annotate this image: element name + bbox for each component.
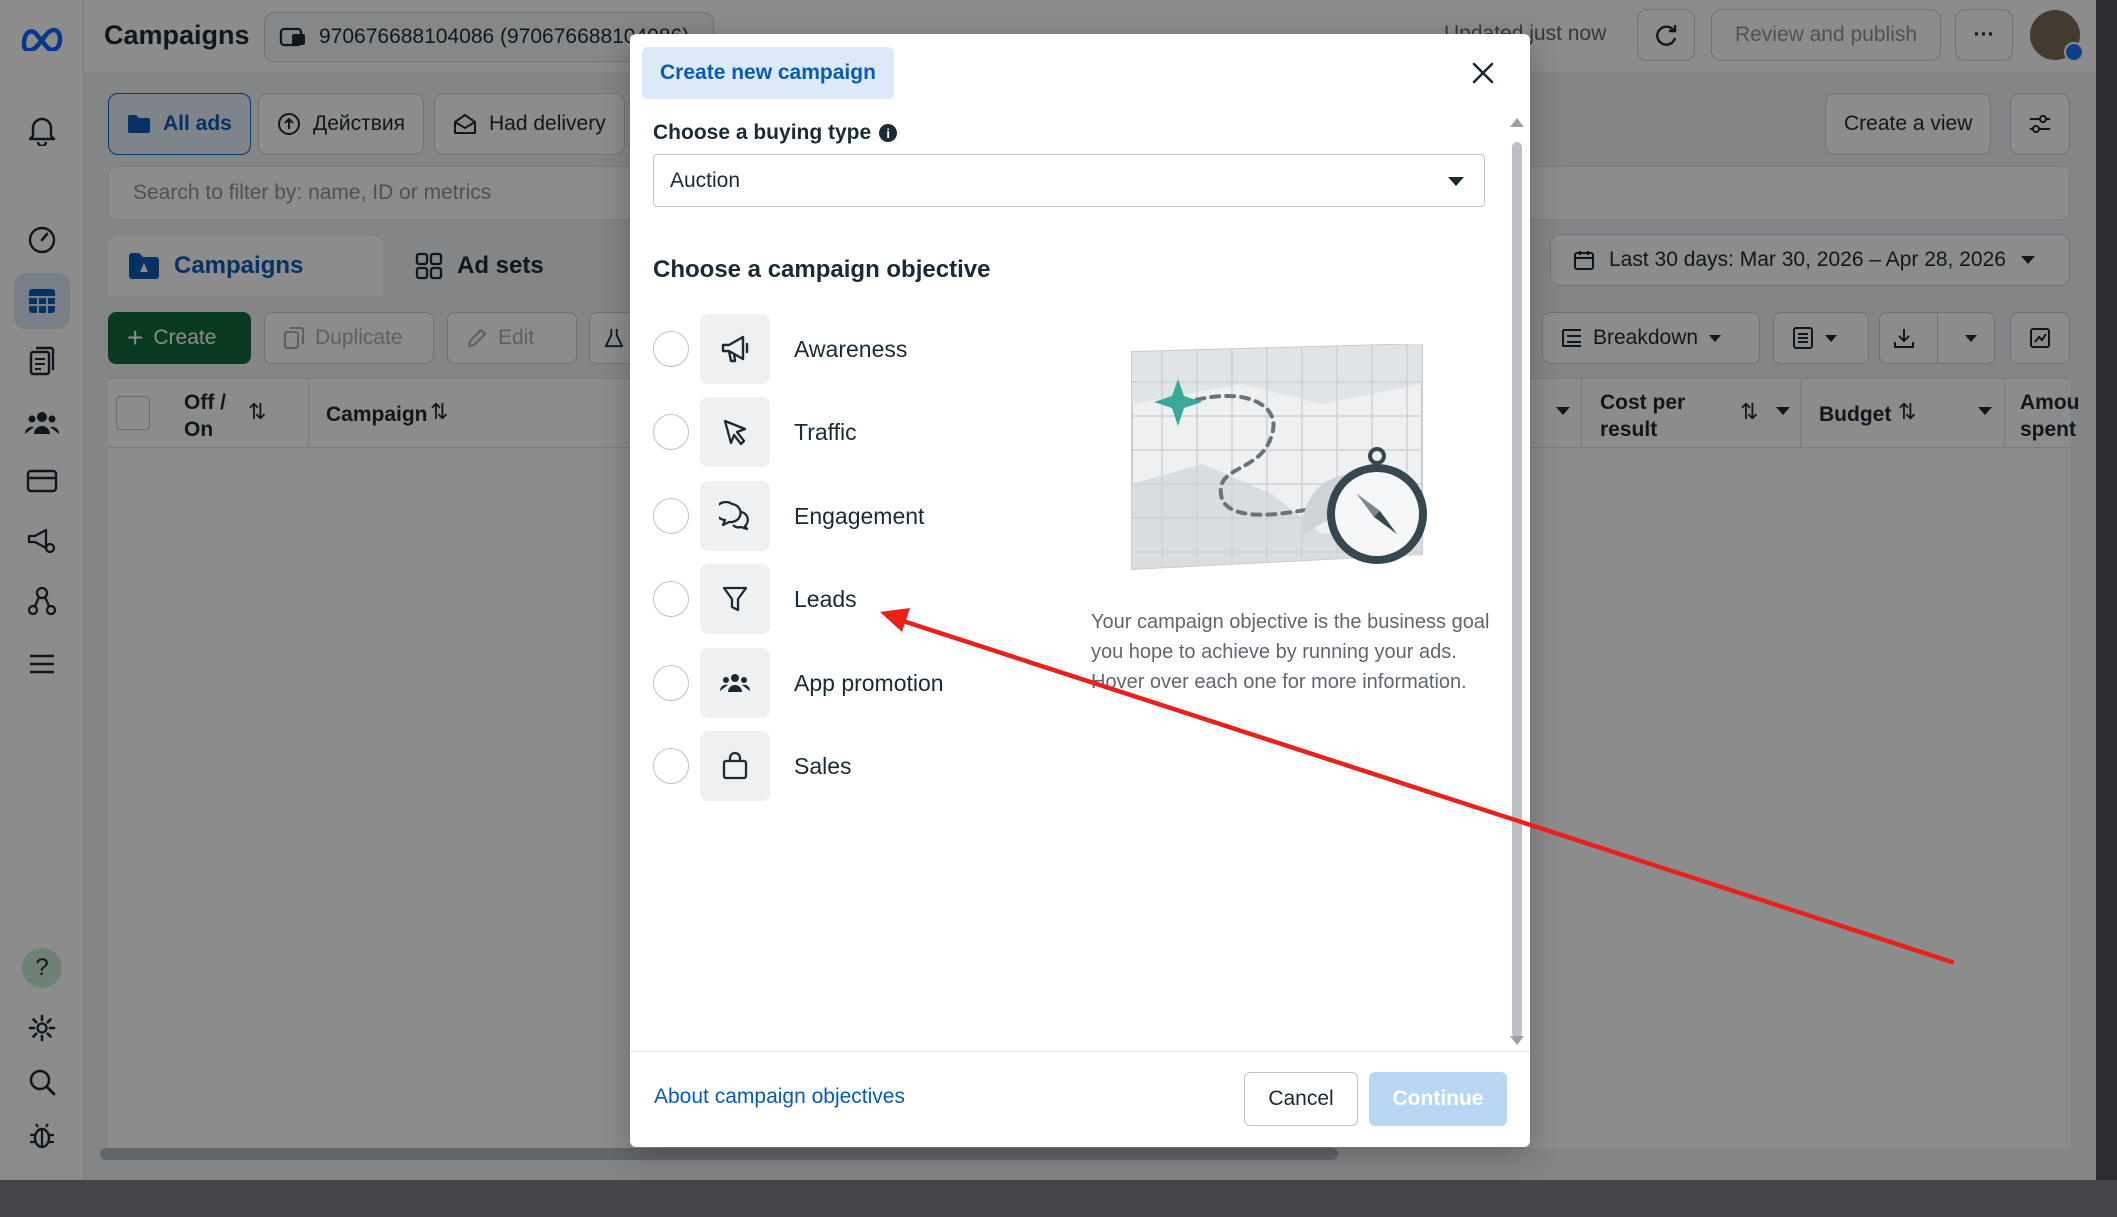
objective-awareness[interactable]: Awareness [653, 314, 983, 384]
cursor-icon [700, 397, 770, 467]
shopping-bag-icon [700, 731, 770, 801]
buying-type-text: Choose a buying type [653, 121, 872, 144]
close-button[interactable] [1466, 56, 1500, 90]
objective-radio[interactable] [653, 331, 689, 367]
funnel-icon [700, 564, 770, 634]
objective-leads[interactable]: Leads [653, 564, 983, 634]
objective-label: Awareness [794, 335, 908, 362]
scroll-up-arrow-icon[interactable] [1510, 118, 1524, 127]
buying-type-select[interactable]: Auction [653, 154, 1485, 207]
dialog-footer: About campaign objectives Cancel Continu… [630, 1051, 1530, 1147]
dropdown-caret-icon [1448, 177, 1464, 186]
continue-button[interactable]: Continue [1369, 1072, 1507, 1126]
close-icon [1472, 62, 1494, 84]
chat-bubbles-icon [700, 481, 770, 551]
buying-type-value: Auction [670, 168, 741, 192]
scroll-down-arrow-icon[interactable] [1510, 1036, 1524, 1045]
objective-label: Leads [794, 585, 857, 612]
megaphone-icon [700, 314, 770, 384]
bottom-strip [0, 1180, 2117, 1217]
create-campaign-dialog: Create new campaign Choose a buying type… [630, 34, 1530, 1147]
objective-label: App promotion [794, 669, 944, 696]
objective-heading: Choose a campaign objective [653, 256, 991, 283]
objective-label: Engagement [794, 502, 925, 529]
objective-engagement[interactable]: Engagement [653, 481, 983, 551]
objective-label: Traffic [794, 418, 857, 445]
dialog-scroll-thumb[interactable] [1512, 142, 1522, 1038]
dialog-title: Create new campaign [642, 47, 894, 99]
objective-radio[interactable] [653, 414, 689, 450]
right-edge-strip [2096, 0, 2117, 1180]
objective-traffic[interactable]: Traffic [653, 397, 983, 467]
objective-app-promotion[interactable]: App promotion [653, 648, 983, 718]
objective-label: Sales [794, 752, 852, 779]
people-group-icon [700, 648, 770, 718]
cancel-button[interactable]: Cancel [1244, 1072, 1358, 1126]
objective-radio[interactable] [653, 581, 689, 617]
map-compass-illustration [1122, 344, 1452, 594]
about-objectives-link[interactable]: About campaign objectives [654, 1085, 905, 1109]
objective-radio[interactable] [653, 665, 689, 701]
objective-radio[interactable] [653, 748, 689, 784]
objective-radio[interactable] [653, 498, 689, 534]
objective-sales[interactable]: Sales [653, 731, 983, 801]
buying-type-label: Choose a buying type i [653, 121, 898, 145]
info-icon[interactable]: i [879, 124, 898, 142]
objective-description: Your campaign objective is the business … [1091, 611, 1490, 693]
